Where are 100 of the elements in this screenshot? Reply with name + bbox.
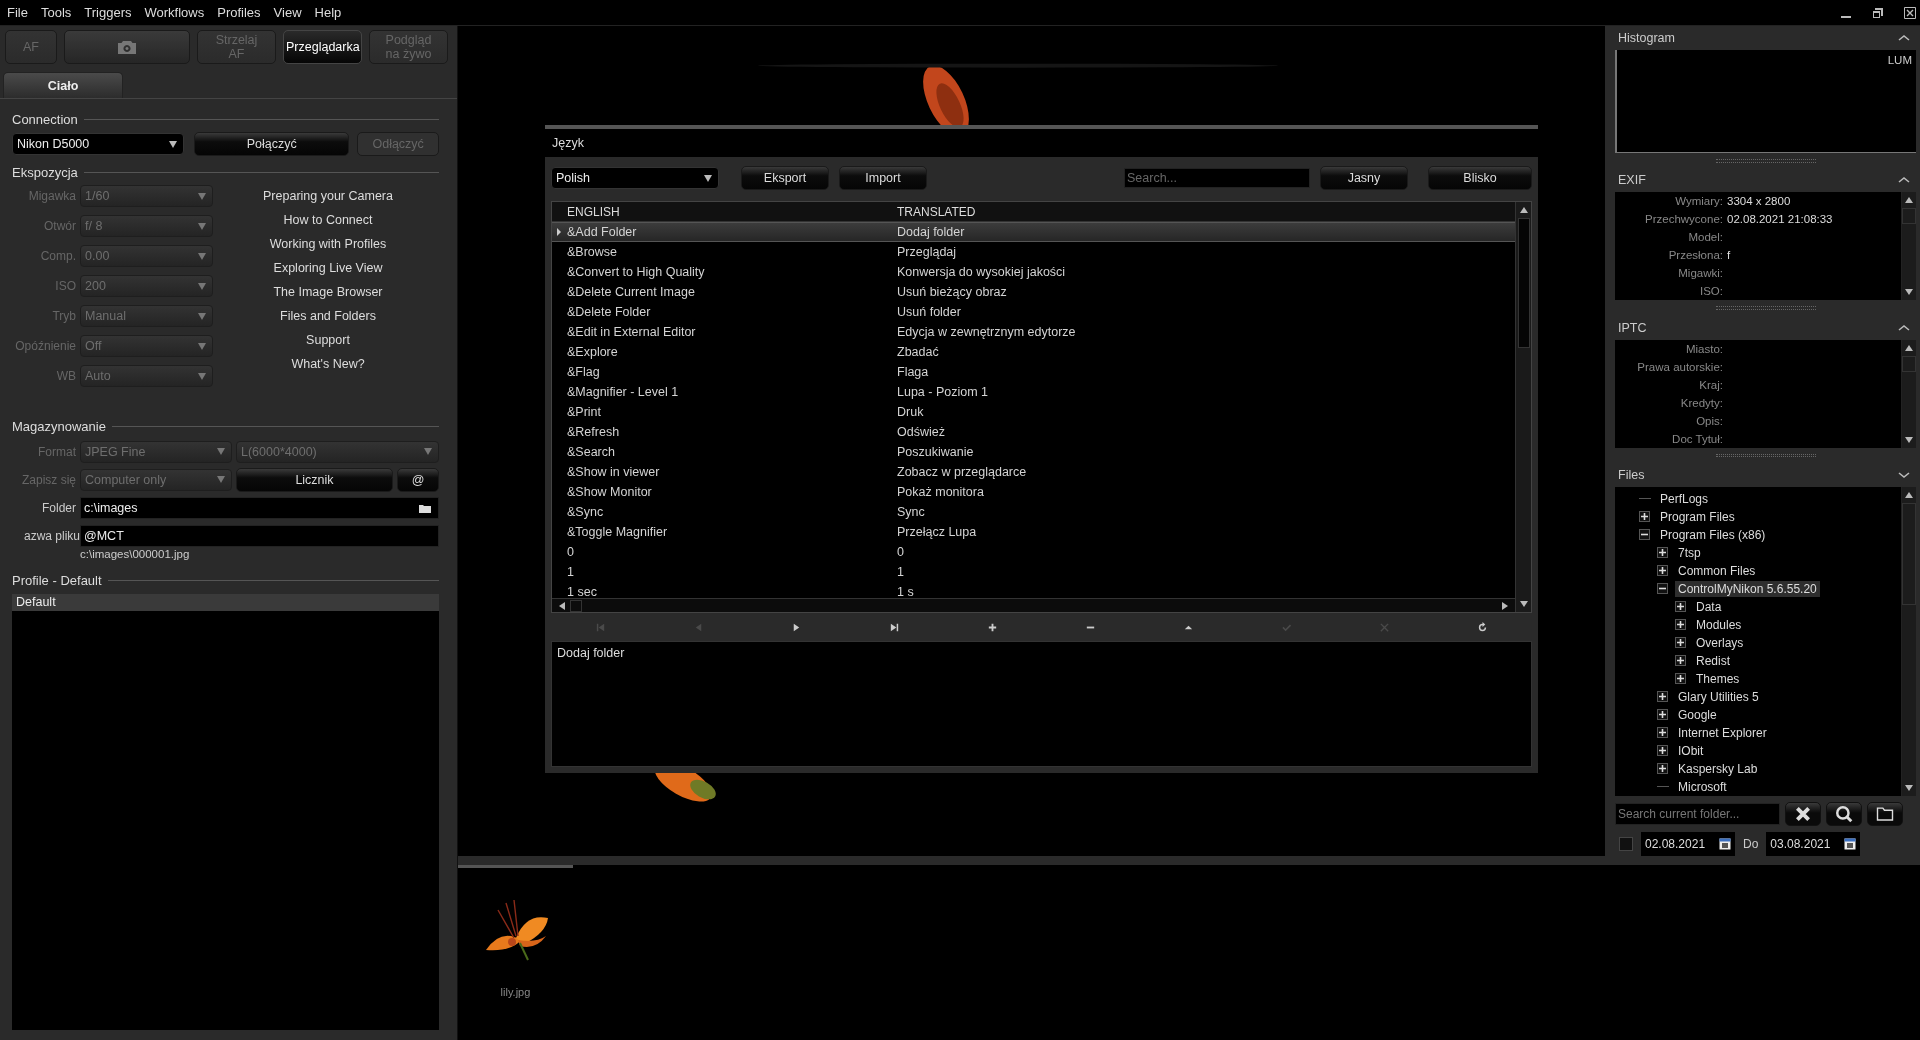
scrollbar[interactable] bbox=[1901, 339, 1916, 448]
scrollbar[interactable] bbox=[552, 598, 1515, 612]
counter-button[interactable]: Licznik bbox=[236, 467, 393, 492]
folder-button[interactable] bbox=[1867, 802, 1903, 826]
scrollbar[interactable] bbox=[1515, 202, 1531, 612]
skip-to-end-icon[interactable] bbox=[888, 621, 900, 633]
scroll-down-icon[interactable] bbox=[1904, 435, 1914, 444]
table-row[interactable]: &Toggle Magnifier Przełącz Lupa bbox=[552, 522, 1515, 542]
plus-icon[interactable] bbox=[1639, 511, 1650, 523]
table-row[interactable]: &Print Druk bbox=[552, 402, 1515, 422]
chevron-icon[interactable] bbox=[1898, 323, 1910, 332]
filename-field[interactable]: @MCT bbox=[80, 524, 439, 547]
folder-item[interactable]: Data bbox=[1693, 599, 1725, 615]
minus-icon[interactable] bbox=[1657, 583, 1668, 595]
table-row[interactable]: &Magnifier - Level 1 Lupa - Poziom 1 bbox=[552, 382, 1515, 402]
toolbar-button[interactable]: Przeglądarka bbox=[283, 30, 362, 64]
plus-icon[interactable] bbox=[1675, 655, 1686, 667]
scroll-left-icon[interactable] bbox=[558, 600, 566, 611]
folder-item[interactable]: Program Files (x86) bbox=[1657, 527, 1769, 543]
menu-item[interactable]: Help bbox=[311, 5, 352, 20]
plus-icon[interactable] bbox=[1675, 637, 1686, 649]
scrollbar-thumb[interactable] bbox=[1517, 218, 1530, 348]
scroll-down-icon[interactable] bbox=[1904, 288, 1914, 297]
table-row[interactable]: &Convert to High Quality Konwersja do wysokiej jakości bbox=[552, 262, 1515, 282]
scrollbar-thumb[interactable] bbox=[1902, 208, 1916, 225]
language-dropdown[interactable]: Polish bbox=[551, 167, 719, 189]
help-link[interactable]: Support bbox=[306, 332, 350, 356]
folder-item[interactable]: PerfLogs bbox=[1657, 491, 1712, 507]
folder-item[interactable]: Glary Utilities 5 bbox=[1675, 689, 1762, 705]
folder-item[interactable]: Internet Explorer bbox=[1675, 725, 1770, 741]
thumbnail[interactable]: lily.jpg bbox=[458, 865, 573, 1040]
help-link[interactable]: Exploring Live View bbox=[273, 260, 383, 284]
plus-icon[interactable] bbox=[986, 621, 998, 633]
table-row[interactable]: &Browse Przeglądaj bbox=[552, 242, 1515, 262]
plus-icon[interactable] bbox=[1675, 619, 1686, 631]
at-button[interactable]: @ bbox=[397, 467, 439, 492]
help-link[interactable]: Preparing your Camera bbox=[263, 188, 393, 212]
help-link[interactable]: What's New? bbox=[291, 356, 365, 380]
menu-item[interactable]: View bbox=[270, 5, 312, 20]
scrollbar-thumb[interactable] bbox=[1902, 503, 1916, 605]
column-header[interactable]: ENGLISH bbox=[565, 204, 893, 219]
calendar-icon[interactable] bbox=[1844, 838, 1857, 850]
connect-button[interactable]: Połączyć bbox=[194, 132, 350, 156]
table-row[interactable]: 1 sec 1 s bbox=[552, 582, 1515, 598]
folder-item[interactable]: Redist bbox=[1693, 653, 1733, 669]
folder-item[interactable]: Google bbox=[1675, 707, 1720, 723]
table-row[interactable]: 0 0 bbox=[552, 542, 1515, 562]
table-row[interactable]: &Delete Current Image Usuń bieżący obraz bbox=[552, 282, 1515, 302]
table-row[interactable]: 1 1 bbox=[552, 562, 1515, 582]
table-row[interactable]: &Explore Zbadać bbox=[552, 342, 1515, 362]
plus-icon[interactable] bbox=[1675, 601, 1686, 613]
folder-item[interactable]: 7tsp bbox=[1675, 545, 1704, 561]
scroll-up-icon[interactable] bbox=[1904, 196, 1914, 205]
calendar-icon[interactable] bbox=[1719, 838, 1731, 850]
clear-search-button[interactable] bbox=[1785, 802, 1821, 826]
folder-field[interactable]: c:\images bbox=[80, 496, 439, 519]
table-row[interactable]: &Add Folder Dodaj folder bbox=[552, 222, 1515, 242]
menu-item[interactable]: Triggers bbox=[81, 5, 142, 20]
table-row[interactable]: &Show in viewer Zobacz w przeglądarce bbox=[552, 462, 1515, 482]
folder-item[interactable]: ControlMyNikon 5.6.55.20 bbox=[1675, 581, 1820, 597]
folder-item[interactable]: Overlays bbox=[1693, 635, 1747, 651]
table-row[interactable]: &Delete Folder Usuń folder bbox=[552, 302, 1515, 322]
table-row[interactable]: &Refresh Odśwież bbox=[552, 422, 1515, 442]
column-header[interactable]: TRANSLATED bbox=[893, 204, 1515, 219]
table-row[interactable]: &Flag Flaga bbox=[552, 362, 1515, 382]
scroll-down-icon[interactable] bbox=[1904, 784, 1914, 792]
dialog-button[interactable]: Eksport bbox=[741, 166, 829, 190]
date-field[interactable]: 02.08.2021 bbox=[1641, 832, 1735, 856]
text-area[interactable]: Dodaj folder bbox=[551, 641, 1532, 767]
menu-item[interactable]: File bbox=[4, 5, 38, 20]
close-button[interactable]: Blisko bbox=[1428, 166, 1532, 190]
chevron-icon[interactable] bbox=[1898, 176, 1910, 185]
folder-item[interactable]: IObit bbox=[1675, 743, 1707, 759]
refresh-icon[interactable] bbox=[1477, 621, 1489, 633]
menu-item[interactable]: Workflows bbox=[141, 5, 215, 20]
clear-button[interactable]: Jasny bbox=[1320, 166, 1408, 190]
folder-item[interactable]: Program Files bbox=[1657, 509, 1738, 525]
scroll-up-icon[interactable] bbox=[1518, 206, 1529, 214]
table-row[interactable]: &Sync Sync bbox=[552, 502, 1515, 522]
folder-item[interactable]: Common Files bbox=[1675, 563, 1759, 579]
scroll-right-icon[interactable] bbox=[1501, 600, 1509, 611]
folder-item[interactable]: Microsoft bbox=[1675, 779, 1730, 795]
scrollbar[interactable] bbox=[1901, 487, 1916, 796]
plus-icon[interactable] bbox=[1657, 709, 1668, 721]
plus-icon[interactable] bbox=[1657, 547, 1668, 559]
tab[interactable]: Ciało bbox=[3, 72, 123, 98]
search-button[interactable] bbox=[1826, 802, 1862, 826]
chevron-icon[interactable] bbox=[1898, 33, 1910, 42]
plus-icon[interactable] bbox=[1657, 727, 1668, 739]
table-row[interactable]: &Edit in External Editor Edycja w zewnętrznym edytorze bbox=[552, 322, 1515, 342]
search-field[interactable]: Search current folder... bbox=[1615, 803, 1780, 825]
help-link[interactable]: Working with Profiles bbox=[269, 236, 387, 260]
dialog-button[interactable]: Import bbox=[839, 166, 927, 190]
table-row[interactable]: &Search Poszukiwanie bbox=[552, 442, 1515, 462]
menu-item[interactable]: Profiles bbox=[214, 5, 271, 20]
chevron-icon[interactable] bbox=[1898, 471, 1910, 480]
scrollbar-thumb[interactable] bbox=[1902, 355, 1916, 372]
date-field[interactable]: 03.08.2021 bbox=[1766, 832, 1861, 856]
search-field[interactable]: Search... bbox=[1124, 168, 1310, 188]
plus-icon[interactable] bbox=[1657, 565, 1668, 577]
